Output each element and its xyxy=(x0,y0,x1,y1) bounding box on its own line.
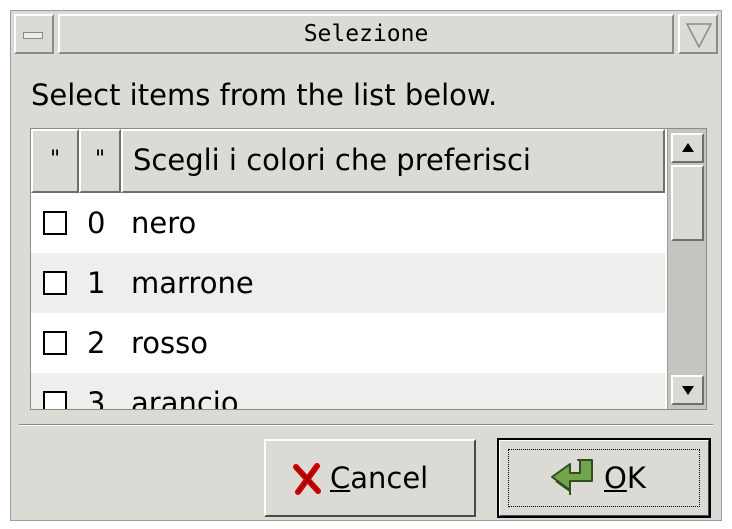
vertical-scrollbar[interactable] xyxy=(667,129,706,409)
row-color-name: nero xyxy=(131,206,197,240)
list-row[interactable]: 0 nero xyxy=(31,193,665,253)
cancel-label: Cancel xyxy=(330,461,429,495)
selection-dialog: Selezione Select items from the list bel… xyxy=(10,10,722,521)
row-index: 2 xyxy=(87,326,106,360)
cancel-button[interactable]: Cancel xyxy=(264,439,476,517)
list-row[interactable]: 3 arancio xyxy=(31,373,665,410)
row-checkbox[interactable] xyxy=(43,271,67,295)
scroll-up-button[interactable] xyxy=(671,133,704,163)
row-index: 1 xyxy=(87,266,106,300)
triangle-down-icon xyxy=(685,23,713,49)
row-index: 0 xyxy=(87,206,106,240)
column-header-check[interactable]: " xyxy=(31,129,79,193)
row-color-name: rosso xyxy=(131,326,208,360)
window-shade-button[interactable] xyxy=(678,14,718,54)
ok-label: OK xyxy=(604,461,646,495)
separator xyxy=(19,424,713,426)
list-row[interactable]: 2 rosso xyxy=(31,313,665,373)
list-row[interactable]: 1 marrone xyxy=(31,253,665,313)
row-checkbox[interactable] xyxy=(43,211,67,235)
row-color-name: marrone xyxy=(131,266,254,300)
ok-button[interactable]: OK xyxy=(497,438,711,518)
title-bar: Selezione xyxy=(11,11,721,57)
list-header: " " Scegli i colori che preferisci xyxy=(31,129,665,193)
arrow-down-icon xyxy=(682,386,694,395)
list-rows: 0 nero 1 marrone 2 rosso 3 arancio xyxy=(31,193,665,410)
window-menu-button[interactable] xyxy=(14,14,54,54)
ok-arrow-icon xyxy=(551,459,593,495)
window-menu-icon xyxy=(23,32,43,39)
row-checkbox[interactable] xyxy=(43,391,67,409)
scroll-thumb[interactable] xyxy=(671,165,704,241)
color-list[interactable]: " " Scegli i colori che preferisci 0 ner… xyxy=(30,128,707,410)
column-header-name[interactable]: Scegli i colori che preferisci xyxy=(121,129,665,193)
scroll-down-button[interactable] xyxy=(671,375,704,405)
column-header-index[interactable]: " xyxy=(79,129,121,193)
row-checkbox[interactable] xyxy=(43,331,67,355)
row-index: 3 xyxy=(87,386,106,410)
arrow-up-icon xyxy=(682,143,694,152)
dialog-prompt: Select items from the list below. xyxy=(31,78,498,112)
row-color-name: arancio xyxy=(131,386,239,410)
cancel-x-icon xyxy=(293,463,321,495)
window-title[interactable]: Selezione xyxy=(58,14,674,54)
